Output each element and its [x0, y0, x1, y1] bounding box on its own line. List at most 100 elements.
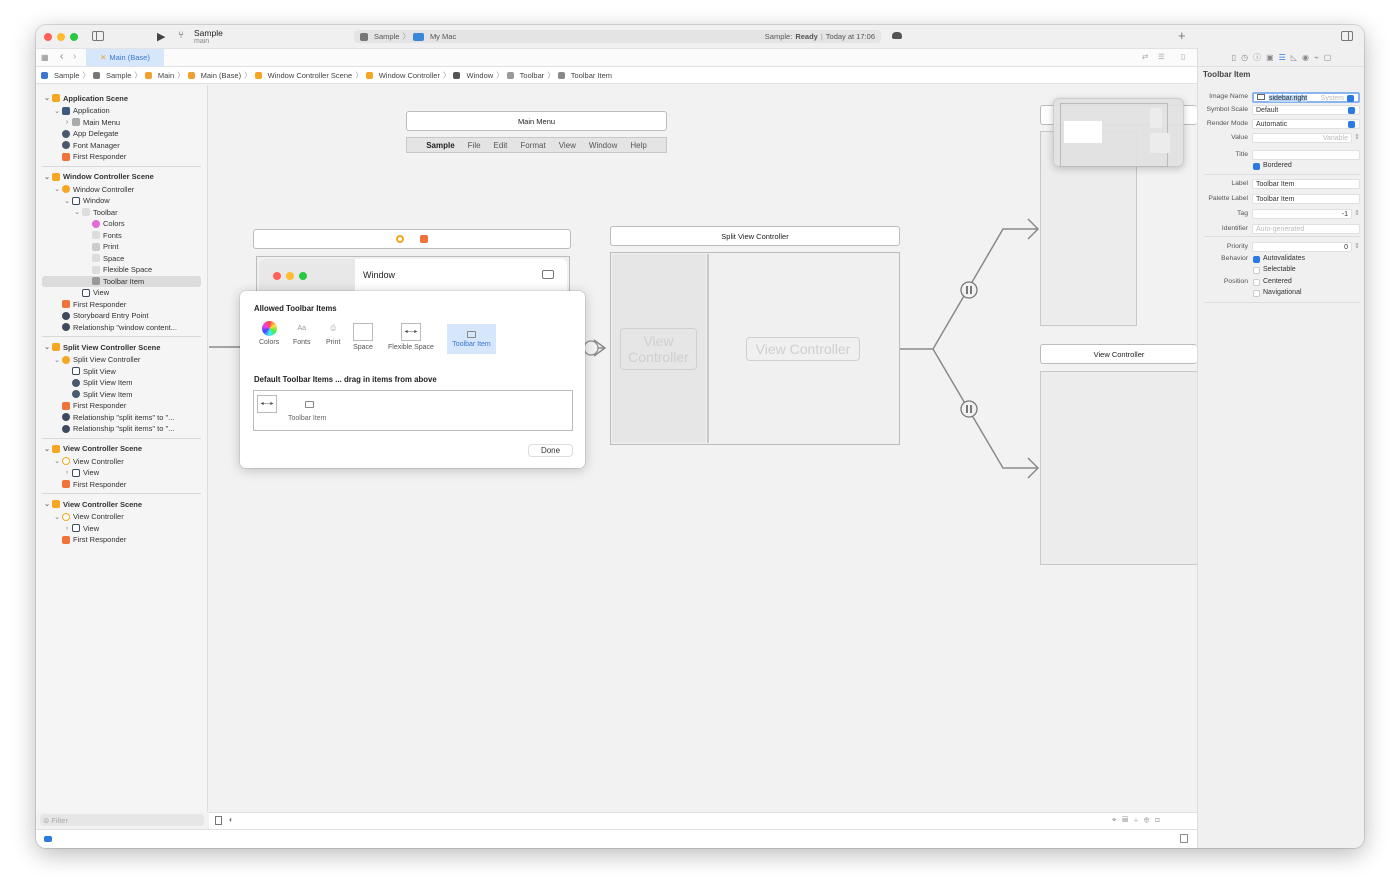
help-icon[interactable]: ⓘ [1253, 52, 1261, 63]
identifier-field[interactable]: Auto-generated [1252, 224, 1360, 234]
outline-scene-header[interactable]: ⌄ Application Scene [36, 91, 207, 105]
outline-item[interactable]: App Delegate [36, 128, 207, 140]
outline-scene-header[interactable]: ⌄ View Controller Scene [36, 442, 207, 456]
outline-item[interactable]: ⌄ Split View Controller [36, 354, 207, 366]
outline-item[interactable]: Toolbar Item [42, 275, 201, 287]
chevron-down-icon[interactable]: ⌄ [42, 173, 52, 181]
breadcrumb-item[interactable]: Main [144, 71, 174, 80]
bindings-icon[interactable]: ⌁ [1314, 53, 1319, 62]
outline-item[interactable]: › View [36, 467, 207, 479]
chevron-down-icon[interactable]: ⌄ [62, 197, 72, 205]
scheme-selector[interactable]: Sample [374, 32, 399, 41]
outline-item[interactable]: Print [36, 241, 207, 253]
outline-item[interactable]: First Responder [36, 400, 207, 412]
forward-icon[interactable]: › [73, 51, 76, 62]
window-controller-scene-bar[interactable] [253, 229, 571, 249]
chevron-down-icon[interactable]: ⌄ [52, 185, 62, 193]
palette-label-field[interactable]: Toolbar Item [1252, 194, 1360, 204]
chevron-down-icon[interactable]: ⌄ [52, 513, 62, 521]
chevron-down-icon[interactable]: ⌄ [42, 500, 52, 508]
outline-item[interactable]: ⌄ Toolbar [36, 207, 207, 219]
outline-item[interactable]: Space [36, 253, 207, 265]
outline-item[interactable]: First Responder [36, 299, 207, 311]
autovalidates-checkbox[interactable] [1253, 256, 1260, 263]
chevron-down-icon[interactable]: ⌄ [72, 208, 82, 216]
file-inspector-icon[interactable]: ▯ [1232, 53, 1236, 62]
identity-icon[interactable]: ▣ [1266, 53, 1274, 62]
attributes-inspector-icon[interactable]: ☰ [1279, 53, 1286, 62]
zoom-button[interactable] [70, 33, 78, 41]
related-items-icon[interactable]: ⇄ [1142, 52, 1148, 61]
default-items-well[interactable]: ◂‒‒▸ Toolbar Item [253, 390, 573, 431]
split-divider[interactable] [707, 254, 709, 443]
outline-item[interactable]: First Responder [36, 479, 207, 491]
outline-scene-header[interactable]: ⌄ View Controller Scene [36, 497, 207, 511]
priority-field[interactable]: 0 [1252, 242, 1352, 252]
selectable-checkbox[interactable] [1253, 267, 1260, 274]
outline-toggle-icon[interactable] [215, 816, 222, 825]
window-controller-icon[interactable] [396, 235, 404, 243]
breadcrumb-item[interactable]: Sample [41, 71, 79, 80]
chevron-down-icon[interactable]: ⌄ [52, 356, 62, 364]
storyboard-canvas[interactable]: Main Menu Sample File Edit Format View Window… [209, 85, 1197, 812]
outline-item[interactable]: › View [36, 523, 207, 535]
outline-item[interactable]: Colors [36, 218, 207, 230]
add-button[interactable]: + [1178, 28, 1186, 43]
layout-tools-icon[interactable]: ⌖▤⊹⊕⊡ [1112, 815, 1166, 825]
outline-item[interactable]: Relationship "split items" to "... [36, 412, 207, 424]
cloud-icon[interactable] [892, 32, 902, 39]
flexible-space-icon[interactable]: ◂‒‒▸ [257, 395, 277, 413]
tag-field[interactable]: -1 [1252, 209, 1352, 219]
debug-area-toggle-icon[interactable] [44, 836, 52, 842]
outline-scene-header[interactable]: ⌄ Split View Controller Scene [36, 340, 207, 354]
outline-item[interactable]: › Main Menu [36, 117, 207, 129]
image-name-field[interactable]: sidebar.right System [1252, 92, 1360, 103]
chevron-down-icon[interactable]: ⌄ [42, 445, 52, 453]
tab-main-base[interactable]: ✕ Main (Base) [86, 49, 164, 66]
scheme-name[interactable]: Sample [194, 28, 223, 38]
outline-scene-header[interactable]: ⌄ Window Controller Scene [36, 170, 207, 184]
chevron-down-icon[interactable]: ⌄ [42, 94, 52, 102]
outline-item[interactable]: Split View Item [36, 389, 207, 401]
menu-item[interactable]: Sample [426, 141, 454, 150]
editor-options-icon[interactable]: ☰ [1158, 52, 1165, 61]
outline-item[interactable]: Relationship "split items" to "... [36, 423, 207, 435]
history-icon[interactable]: ◷ [1241, 53, 1248, 62]
navigator-toggle-icon[interactable] [92, 31, 104, 41]
chevron-down-icon[interactable]: ⌄ [52, 107, 62, 115]
menu-item[interactable]: Window [589, 141, 617, 150]
outline-item[interactable]: ⌄ View Controller [36, 456, 207, 468]
inspector-toggle-icon[interactable] [1341, 31, 1353, 41]
done-button[interactable]: Done [528, 444, 573, 457]
split-view[interactable]: View Controller View Controller [610, 252, 900, 445]
outline-item[interactable]: ⌄ Application [36, 105, 207, 117]
chevron-right-icon[interactable]: › [62, 119, 72, 126]
breadcrumb-item[interactable]: Window Controller Scene [254, 71, 352, 80]
effects-icon[interactable]: ▢ [1324, 53, 1332, 62]
close-button[interactable] [44, 33, 52, 41]
first-responder-icon[interactable] [420, 235, 428, 243]
allowed-item-flexible-space[interactable]: ◂‒‒▸ Flexible Space [388, 323, 434, 351]
outline-item[interactable]: View [36, 287, 207, 299]
menu-item[interactable]: File [468, 141, 481, 150]
chevron-down-icon[interactable]: ⌄ [42, 343, 52, 351]
connections-icon[interactable]: ◉ [1302, 53, 1309, 62]
title-field[interactable] [1252, 150, 1360, 160]
outline-item[interactable]: Font Manager [36, 140, 207, 152]
main-menu-scene-bar[interactable]: Main Menu [406, 111, 667, 131]
stepper-icon[interactable]: ⇕ [1354, 209, 1360, 217]
stepper-icon[interactable]: ⇕ [1354, 242, 1360, 250]
popup-icon[interactable] [1347, 95, 1354, 102]
run-button-icon[interactable]: ▶ [157, 30, 165, 43]
menu-item[interactable]: View [559, 141, 576, 150]
outline-item[interactable]: ⌄ View Controller [36, 511, 207, 523]
split-view-controller-scene-bar[interactable]: Split View Controller [610, 226, 900, 246]
menu-item[interactable]: Help [630, 141, 646, 150]
size-inspector-icon[interactable]: ◺ [1291, 53, 1297, 62]
breadcrumb-item[interactable]: Sample [92, 71, 131, 80]
appearance-icon[interactable]: ◐ [229, 815, 234, 824]
outline-item[interactable]: Fonts [36, 230, 207, 242]
grid-icon[interactable]: ▦ [41, 53, 49, 62]
stepper-icon[interactable]: ⇕ [1354, 133, 1360, 141]
allowed-item-toolbar-item[interactable]: Toolbar Item [447, 324, 496, 354]
